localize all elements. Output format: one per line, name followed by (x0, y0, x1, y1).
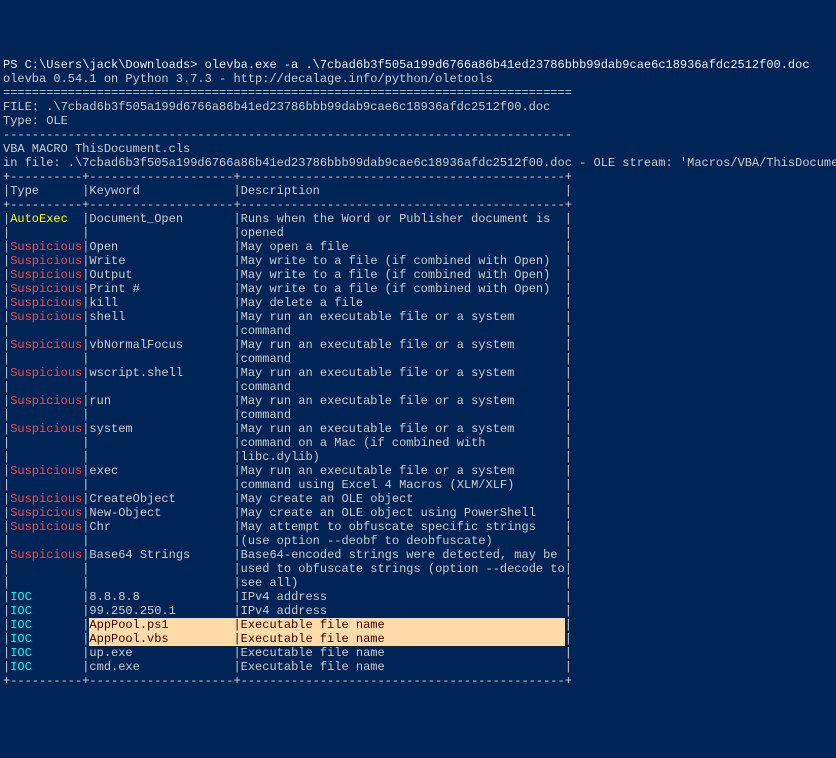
terminal-output: PS C:\Users\jack\Downloads> olevba.exe -… (3, 58, 836, 688)
